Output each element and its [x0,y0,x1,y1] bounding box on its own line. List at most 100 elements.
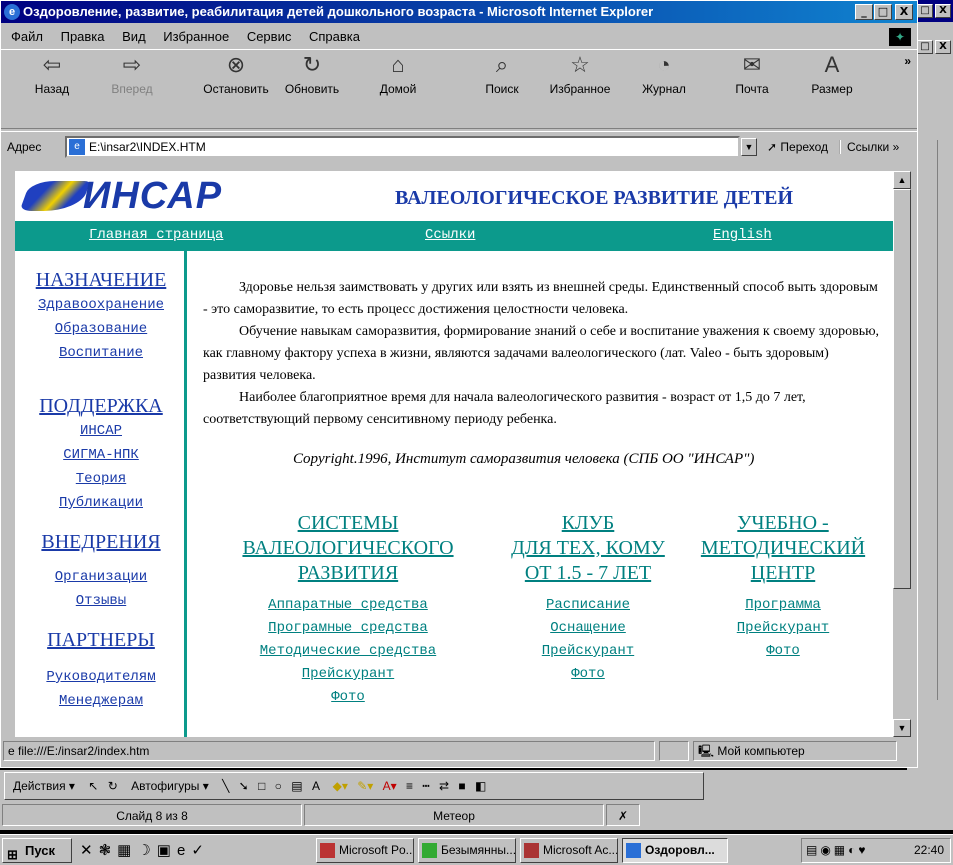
column-heading-line[interactable]: СИСТЕМЫ [203,511,493,536]
column-link[interactable]: Программа [683,597,883,613]
minimize-button[interactable]: _ [855,4,873,20]
menu-tools[interactable]: Сервис [247,29,292,44]
column-link[interactable]: Фото [683,643,883,659]
column-link[interactable]: Прейскурант [493,643,683,659]
column-link[interactable]: Оснащение [493,620,683,636]
column-heading-line[interactable]: ОТ 1.5 - 7 ЛЕТ [493,561,683,586]
quick-launch-icon-6[interactable]: e [177,842,191,859]
menu-file[interactable]: Файл [11,29,43,44]
maximize-button[interactable]: □ [874,4,892,20]
task-access[interactable]: Microsoft Ac... [520,838,618,863]
toolbar-button-3[interactable]: ⊗ Остановить [201,52,271,96]
nav-links-link[interactable]: Ссылки [425,227,475,243]
close-button[interactable]: X [895,4,913,20]
column-heading-line[interactable]: УЧЕБНО - [683,511,883,536]
column-link[interactable]: Прейскурант [203,666,493,682]
insar-logo[interactable]: ИНСАР [19,175,222,218]
sidebar-heading[interactable]: НАЗНАЧЕНИЕ [15,269,187,292]
nav-english-link[interactable]: English [713,227,772,243]
font-color-icon[interactable]: A▾ [383,779,397,793]
quick-launch-icon-1[interactable]: ✕ [80,842,99,859]
task-ie-active[interactable]: Оздоровл... [622,838,728,863]
menu-help[interactable]: Справка [309,29,360,44]
bg-restore-button-2[interactable]: □ [917,40,933,54]
column-link[interactable]: Програмные средства [203,620,493,636]
menu-view[interactable]: Вид [122,29,146,44]
sidebar-link[interactable]: Руководителям [15,669,187,685]
toolbar-button-6[interactable]: ⌕ Поиск [467,52,537,96]
quick-launch-icon-3[interactable]: ▦ [117,842,137,859]
sidebar-heading[interactable]: ПАРТНЕРЫ [15,629,187,652]
sidebar-link[interactable]: СИГМА-НПК [15,447,187,463]
quick-launch-icon-7[interactable]: ✓ [191,842,210,859]
column-link[interactable]: Расписание [493,597,683,613]
textbox-icon[interactable]: ▤ [291,779,302,793]
address-input[interactable]: e E:\insar2\INDEX.HTM [65,136,740,158]
rotate-icon[interactable]: ↻ [108,779,118,793]
toolbar-button-2[interactable]: ⇨ Вперед [97,52,167,96]
arrow-icon[interactable]: ➘ [239,779,249,793]
scroll-up-button[interactable]: ▲ [893,171,911,189]
scroll-thumb[interactable] [893,189,911,589]
column-link[interactable]: Фото [493,666,683,682]
quick-launch-icon-4[interactable]: ☽ [137,842,156,859]
select-arrow-icon[interactable]: ↖ [88,779,98,793]
links-button[interactable]: Ссылки » [839,140,899,154]
column-heading-line[interactable]: ВАЛЕОЛОГИЧЕСКОГО [203,536,493,561]
column-heading-line[interactable]: ДЛЯ ТЕХ, КОМУ [493,536,683,561]
sidebar-link[interactable]: Публикации [15,495,187,511]
sidebar-link[interactable]: Воспитание [15,345,187,361]
line-style-icon[interactable]: ≡ [406,779,413,793]
fill-color-icon[interactable]: ◆▾ [333,779,348,793]
quick-launch-icon-5[interactable]: ▣ [157,842,177,859]
column-link[interactable]: Фото [203,689,493,705]
sidebar-link[interactable]: Образование [15,321,187,337]
quick-launch-icon-2[interactable]: ❃ [99,842,118,859]
toolbar-button-7[interactable]: ☆ Избранное [545,52,615,96]
sidebar-link[interactable]: Отзывы [15,593,187,609]
toolbar-button-5[interactable]: ⌂ Домой [363,52,433,96]
bg-restore-button[interactable]: □ [917,4,933,18]
start-button[interactable]: ⊞ Пуск [2,838,72,863]
task-paint[interactable]: Безымянны... [418,838,516,863]
column-link[interactable]: Прейскурант [683,620,883,636]
tray-icons[interactable]: ▤◉▦◐♥ [806,839,869,862]
toolbar-button-9[interactable]: ✉ Почта [717,52,787,96]
sidebar-link[interactable]: Здравоохранение [15,297,187,313]
line-color-icon[interactable]: ✎▾ [357,779,373,793]
menu-edit[interactable]: Правка [61,29,105,44]
sidebar-link[interactable]: Менеджерам [15,693,187,709]
column-heading-line[interactable]: МЕТОДИЧЕСКИЙ [683,536,883,561]
line-icon[interactable]: ╲ [222,779,229,793]
wordart-icon[interactable]: A [312,779,319,793]
sidebar-link[interactable]: Организации [15,569,187,585]
column-heading-line[interactable]: КЛУБ [493,511,683,536]
scroll-down-button[interactable]: ▼ [893,719,911,737]
sidebar-link[interactable]: ИНСАР [15,423,187,439]
sidebar-link[interactable]: Теория [15,471,187,487]
actions-menu[interactable]: Действия ▾ [13,779,75,793]
menu-favorites[interactable]: Избранное [163,29,229,44]
sidebar-heading[interactable]: ВНЕДРЕНИЯ [15,531,187,554]
rectangle-icon[interactable]: □ [258,779,265,793]
go-button[interactable]: ➚ Переход [767,140,828,154]
toolbar-button-10[interactable]: A Размер [797,52,867,96]
autoshapes-menu[interactable]: Автофигуры ▾ [131,779,209,793]
arrow-style-icon[interactable]: ⇄ [439,779,449,793]
toolbar-overflow-icon[interactable]: » [904,54,911,68]
column-link[interactable]: Методические средства [203,643,493,659]
bg-close-button-2[interactable]: X [935,40,951,54]
bg-close-button[interactable]: X [935,4,951,18]
address-dropdown-button[interactable]: ▼ [741,138,757,156]
toolbar-button-4[interactable]: ↻ Обновить [277,52,347,96]
nav-home-link[interactable]: Главная страница [89,227,223,243]
column-heading-line[interactable]: РАЗВИТИЯ [203,561,493,586]
sidebar-heading[interactable]: ПОДДЕРЖКА [15,395,187,418]
toolbar-button-1[interactable]: ⇦ Назад [17,52,87,96]
page-scrollbar[interactable]: ▲ ▼ [893,171,911,737]
column-heading-line[interactable]: ЦЕНТР [683,561,883,586]
toolbar-button-8[interactable]: ◔ Журнал [629,52,699,96]
column-link[interactable]: Аппаратные средства [203,597,493,613]
shadow-icon[interactable]: ■ [458,779,465,793]
dash-style-icon[interactable]: ┅ [422,779,429,793]
